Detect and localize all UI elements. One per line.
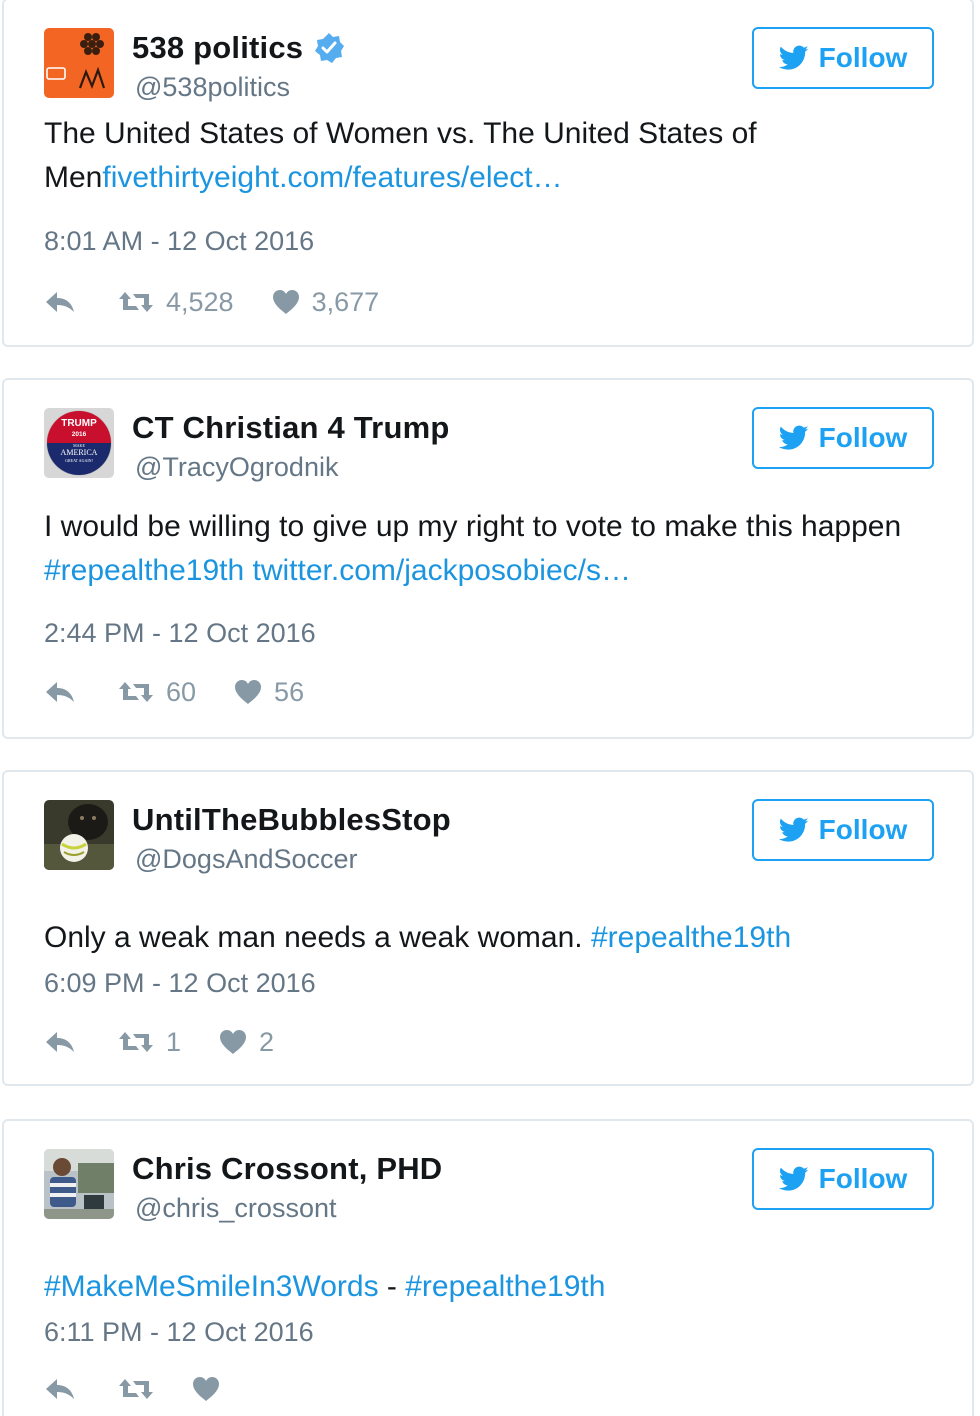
reply-icon <box>46 1032 74 1052</box>
heart-icon <box>272 290 299 314</box>
handle[interactable]: @TracyOgrodnik <box>135 452 338 483</box>
heart-icon <box>220 1030 247 1054</box>
twitter-bird-icon <box>778 1166 809 1191</box>
handle[interactable]: @DogsAndSoccer <box>135 844 358 875</box>
like-button[interactable] <box>192 1376 220 1402</box>
tweet-text: I would be willing to give up my right t… <box>44 505 924 593</box>
reply-button[interactable] <box>44 1377 80 1401</box>
retweet-icon <box>119 1032 153 1052</box>
avatar[interactable] <box>44 28 114 98</box>
tweet-text-body: I would be willing to give up my right t… <box>44 510 902 543</box>
follow-label: Follow <box>818 814 908 845</box>
twitter-bird-icon <box>778 817 809 842</box>
like-count: 3,677 <box>311 286 380 317</box>
timestamp[interactable]: 6:11 PM - 12 Oct 2016 <box>44 1317 314 1348</box>
display-name[interactable]: UntilTheBubblesStop <box>132 802 451 838</box>
svg-text:2016: 2016 <box>72 431 87 438</box>
follow-label: Follow <box>818 42 908 73</box>
retweet-button[interactable]: 1 <box>118 1027 181 1058</box>
avatar[interactable]: TRUMP 2016 MAKE AMERICA GREAT AGAIN! <box>44 408 114 478</box>
dog-with-soccer-ball-icon <box>44 800 114 870</box>
reply-button[interactable] <box>44 1030 80 1054</box>
tweet-text: #MakeMeSmileIn3Words - #repealthe19th <box>44 1265 924 1309</box>
hashtag-link[interactable]: #repealthe19th <box>405 1270 605 1303</box>
tweet-actions: 1 2 <box>44 1022 274 1062</box>
tweet-card: Chris Crossont, PHD @chris_crossont Foll… <box>2 1119 974 1416</box>
display-name[interactable]: CT Christian 4 Trump <box>132 410 449 446</box>
retweet-button[interactable]: 60 <box>118 677 196 708</box>
follow-button[interactable]: Follow <box>752 1148 934 1210</box>
avatar[interactable] <box>44 1149 114 1219</box>
like-count: 2 <box>259 1026 275 1057</box>
tweet-link[interactable]: fivethirtyeight.com/features/elect… <box>102 161 562 194</box>
person-photo-icon <box>44 1149 114 1219</box>
timestamp[interactable]: 2:44 PM - 12 Oct 2016 <box>44 618 316 649</box>
retweet-icon <box>119 292 153 312</box>
avatar[interactable] <box>44 800 114 870</box>
handle[interactable]: @chris_crossont <box>135 1193 336 1224</box>
twitter-bird-icon <box>778 45 809 70</box>
svg-text:TRUMP: TRUMP <box>61 418 97 429</box>
reply-icon <box>46 292 74 312</box>
svg-text:GREAT AGAIN!: GREAT AGAIN! <box>65 458 93 463</box>
hashtag-link[interactable]: #MakeMeSmileIn3Words <box>44 1270 379 1303</box>
trump-2016-badge-icon: TRUMP 2016 MAKE AMERICA GREAT AGAIN! <box>44 408 114 478</box>
retweet-button[interactable] <box>118 1377 154 1401</box>
verified-badge-icon <box>315 33 345 63</box>
retweet-icon <box>119 1379 153 1399</box>
tweet-feed: 538 politics @538politics Follow The Uni… <box>0 0 980 1416</box>
reply-icon <box>46 1379 74 1399</box>
display-name[interactable]: 538 politics <box>132 30 303 66</box>
like-button[interactable]: 2 <box>219 1027 274 1058</box>
follow-label: Follow <box>818 1163 908 1194</box>
like-count: 56 <box>274 676 305 707</box>
heart-icon <box>235 680 262 704</box>
tweet-actions: 4,528 3,677 <box>44 282 379 322</box>
timestamp[interactable]: 8:01 AM - 12 Oct 2016 <box>44 226 314 257</box>
svg-text:AMERICA: AMERICA <box>61 448 98 457</box>
like-button[interactable]: 56 <box>234 677 304 708</box>
heart-icon <box>193 1377 219 1401</box>
retweet-count: 60 <box>166 676 197 707</box>
tweet-text-body: Only a weak man needs a weak woman. <box>44 921 591 954</box>
tweet-text-separator: - <box>378 1270 406 1303</box>
like-button[interactable]: 3,677 <box>272 286 380 318</box>
retweet-count: 1 <box>166 1026 182 1057</box>
tweet-actions <box>44 1369 220 1409</box>
handle[interactable]: @538politics <box>135 72 290 103</box>
display-name[interactable]: Chris Crossont, PHD <box>132 1151 442 1187</box>
follow-button[interactable]: Follow <box>752 27 934 89</box>
fivethirtyeight-logo-icon <box>44 28 114 98</box>
tweet-card: 538 politics @538politics Follow The Uni… <box>2 0 974 347</box>
tweet-card: UntilTheBubblesStop @DogsAndSoccer Follo… <box>2 770 974 1086</box>
tweet-text: The United States of Women vs. The Unite… <box>44 112 924 200</box>
follow-button[interactable]: Follow <box>752 407 934 469</box>
retweet-count: 4,528 <box>166 286 234 317</box>
reply-button[interactable] <box>44 680 80 704</box>
reply-icon <box>46 682 74 702</box>
hashtag-link[interactable]: #repealthe19th <box>44 554 244 587</box>
retweet-button[interactable]: 4,528 <box>118 287 234 318</box>
tweet-actions: 60 56 <box>44 672 304 712</box>
tweet-text: Only a weak man needs a weak woman. #rep… <box>44 916 924 960</box>
twitter-bird-icon <box>778 425 809 450</box>
timestamp[interactable]: 6:09 PM - 12 Oct 2016 <box>44 968 316 999</box>
follow-label: Follow <box>818 422 908 453</box>
tweet-link[interactable]: twitter.com/jackposobiec/s… <box>253 554 631 587</box>
retweet-icon <box>119 682 153 702</box>
hashtag-link[interactable]: #repealthe19th <box>591 921 791 954</box>
tweet-card: TRUMP 2016 MAKE AMERICA GREAT AGAIN! CT … <box>2 378 974 739</box>
follow-button[interactable]: Follow <box>752 799 934 861</box>
reply-button[interactable] <box>44 290 80 314</box>
